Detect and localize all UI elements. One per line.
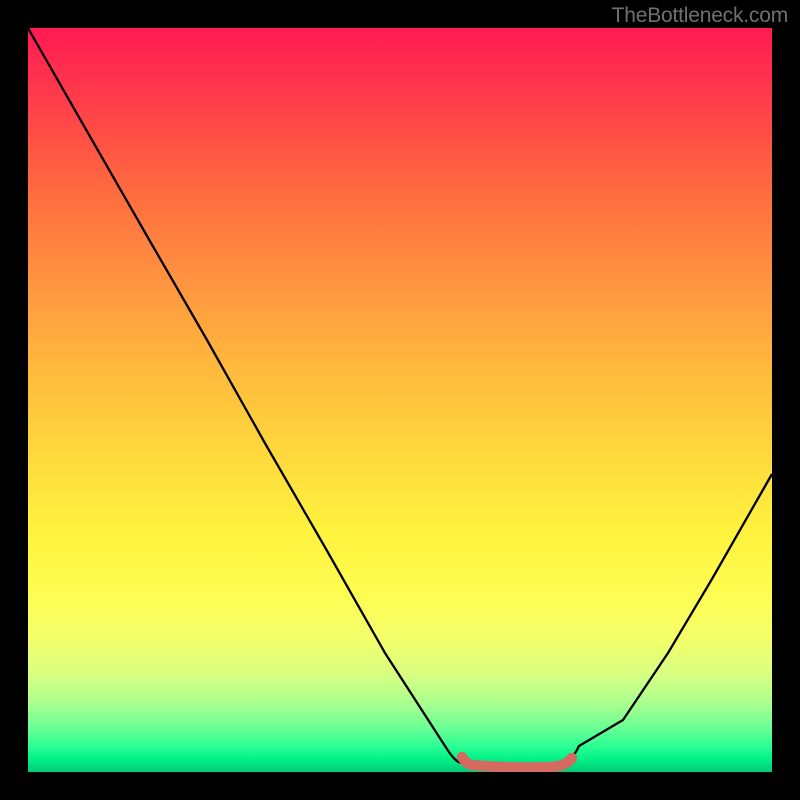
watermark-text: TheBottleneck.com xyxy=(612,4,788,28)
chart-frame xyxy=(28,28,772,772)
chart-background-gradient xyxy=(28,28,772,772)
